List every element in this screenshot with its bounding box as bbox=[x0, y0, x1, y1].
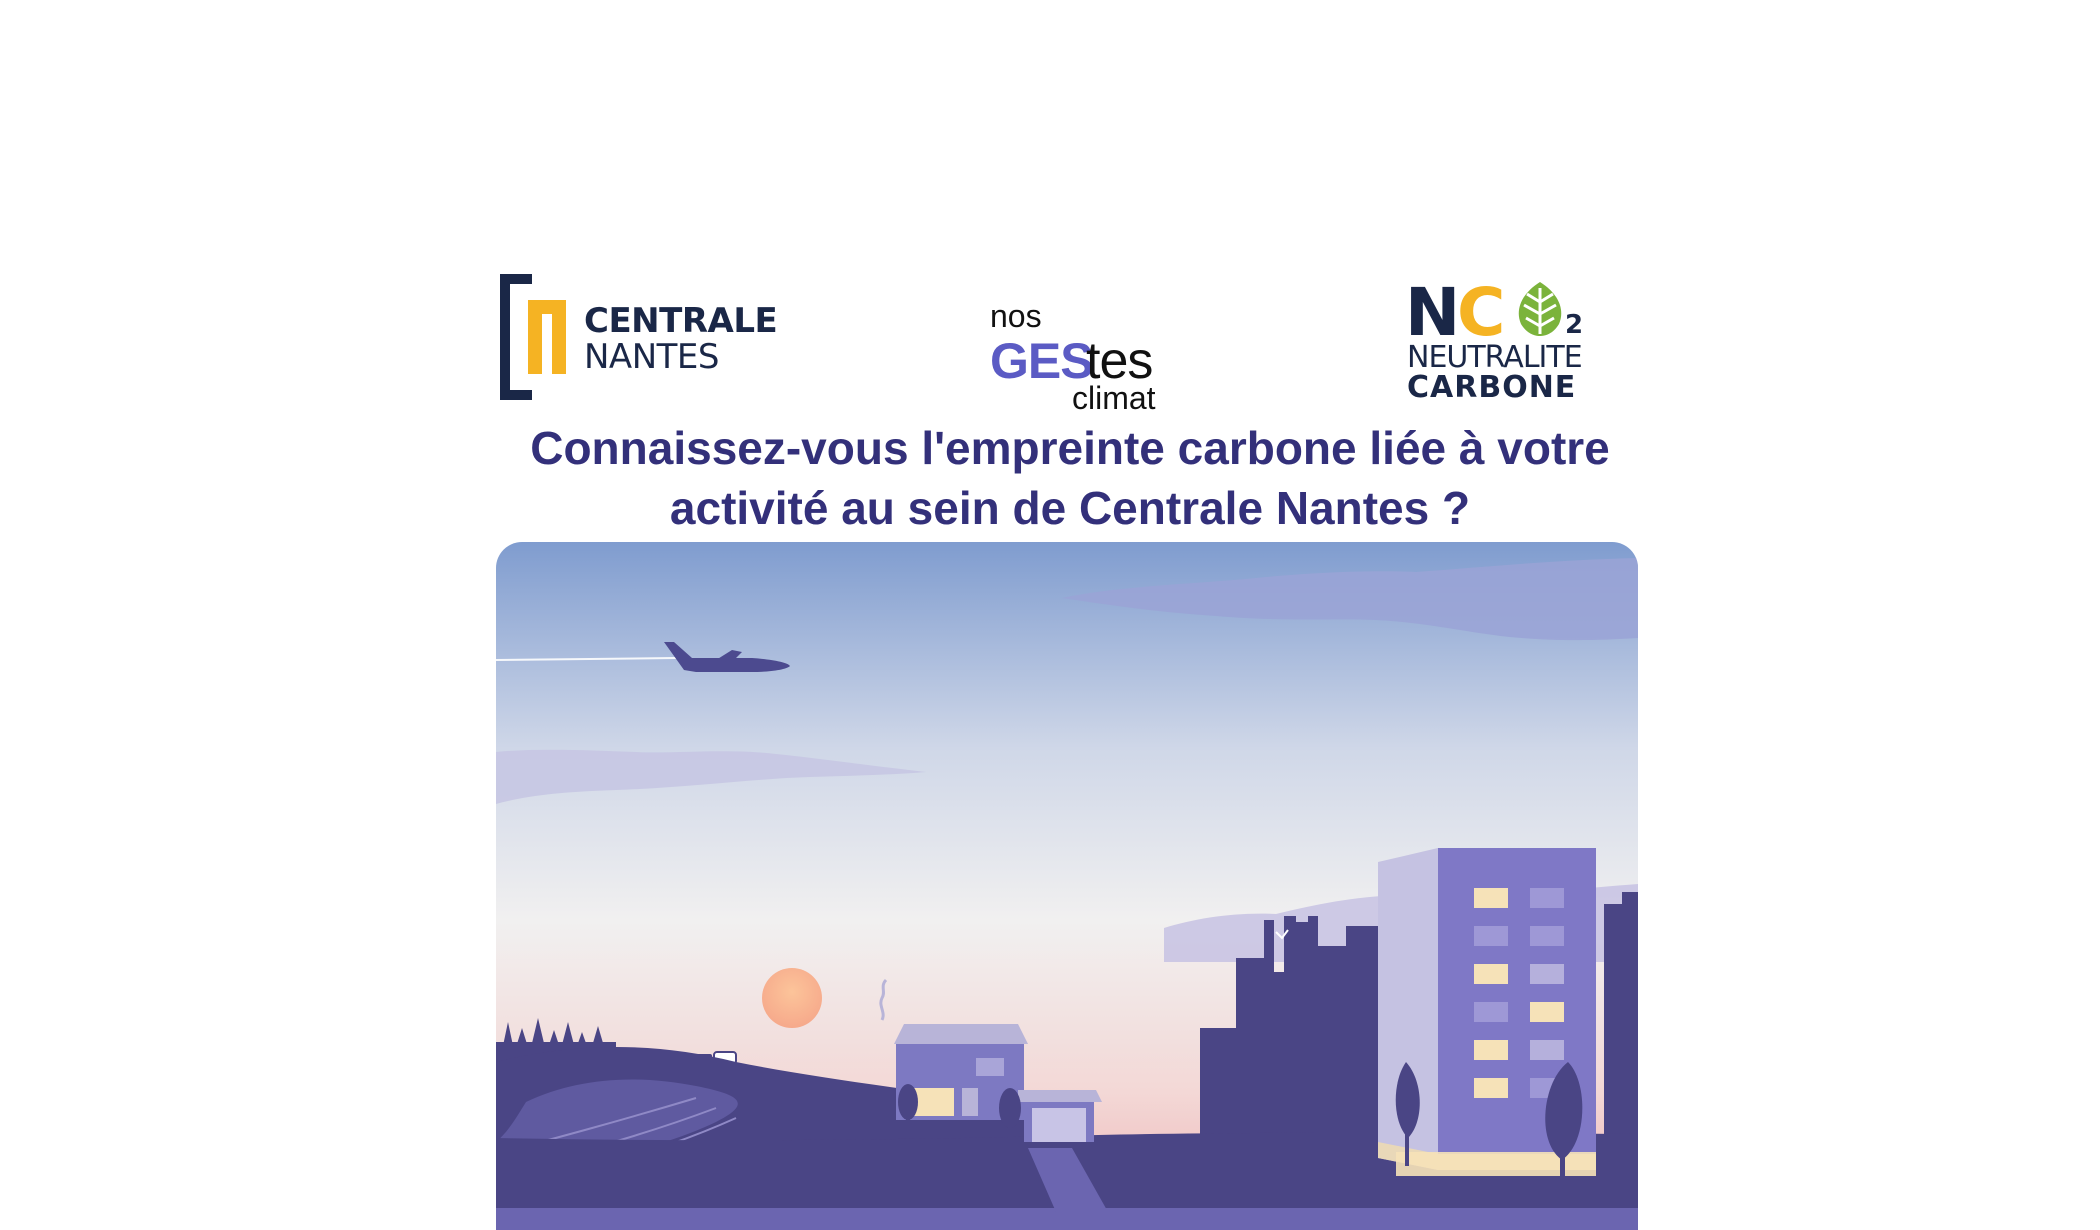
page-headline: Connaissez-vous l'empreinte carbone liée… bbox=[460, 418, 1680, 538]
nco2-subscript: 2 bbox=[1565, 310, 1584, 340]
landscape-scene bbox=[496, 542, 1638, 1230]
carbone-word: CARBONE bbox=[1407, 370, 1577, 405]
centrale-nantes-wordmark: CENTRALE NANTES bbox=[584, 301, 778, 377]
leaf-icon bbox=[1518, 282, 1562, 336]
centrale-nantes-mark-icon bbox=[500, 274, 566, 400]
nos-gestes-climat-logo: nos GES tes climat bbox=[990, 298, 1190, 416]
headline-line-1: Connaissez-vous l'empreinte carbone liée… bbox=[530, 422, 1610, 474]
centrale-nantes-logo: CENTRALE NANTES bbox=[500, 274, 778, 400]
landscape-illustration bbox=[496, 542, 1638, 1230]
nantes-word: NANTES bbox=[584, 337, 719, 377]
ngc-nos-word: nos bbox=[990, 298, 1042, 334]
neutralite-carbone-logo: N C 2 NEUTRALITE CARBONE bbox=[1405, 274, 1645, 405]
ngc-climat-word: climat bbox=[1072, 380, 1156, 416]
partner-logos: CENTRALE NANTES nos GES tes climat N C 2… bbox=[500, 270, 1640, 416]
sun-icon bbox=[762, 968, 822, 1028]
centrale-word: CENTRALE bbox=[584, 301, 778, 341]
headline-line-2: activité au sein de Centrale Nantes ? bbox=[669, 482, 1471, 534]
page: CENTRALE NANTES nos GES tes climat N C 2… bbox=[0, 0, 2100, 1230]
